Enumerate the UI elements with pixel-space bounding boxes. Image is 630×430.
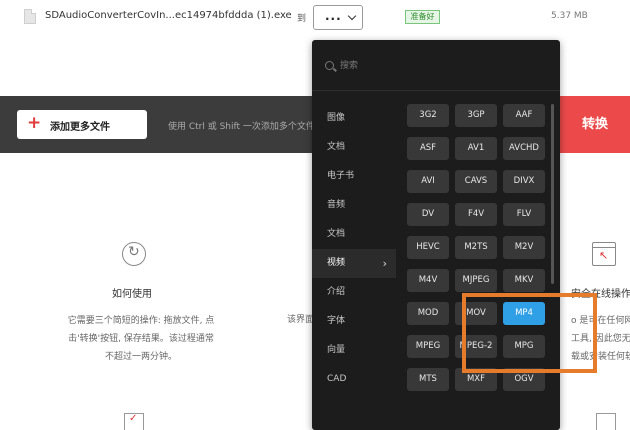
format-option-selected[interactable]: MP4 bbox=[503, 302, 545, 325]
format-option[interactable]: AVCHD bbox=[503, 137, 545, 160]
add-more-files-button[interactable]: + 添加更多文件 bbox=[17, 110, 147, 139]
format-option[interactable]: AAF bbox=[503, 104, 545, 127]
category-label: 图像 bbox=[327, 113, 346, 123]
safe-online-description: o 是可在任何网络 工具, 因此您无 载或安装任何软件 bbox=[571, 312, 630, 366]
file-size: 5.37 MB bbox=[551, 11, 588, 21]
safe-desc-line: 工具, 因此您无 bbox=[571, 334, 630, 344]
add-more-files-label: 添加更多文件 bbox=[50, 122, 110, 133]
format-option[interactable]: MPEG-2 bbox=[455, 335, 497, 358]
category-presentation[interactable]: 介绍 bbox=[312, 278, 396, 307]
format-option[interactable]: MXF bbox=[455, 368, 497, 391]
format-option[interactable]: MTS bbox=[407, 368, 449, 391]
browser-cursor-icon bbox=[592, 242, 616, 266]
checkbox-icon bbox=[124, 413, 144, 430]
refresh-icon bbox=[122, 242, 146, 266]
how-to-desc-line: 它需要三个简短的操作: 拖放文件, 点 bbox=[67, 316, 215, 326]
format-option[interactable]: DIVX bbox=[503, 170, 545, 193]
search-icon bbox=[325, 61, 334, 70]
to-label: 到 bbox=[297, 14, 307, 24]
chevron-right-icon: › bbox=[382, 257, 387, 270]
how-to-title: 如何使用 bbox=[112, 289, 152, 300]
file-row: SDAudioConverterCovIn...ec14974bfddda (1… bbox=[0, 0, 630, 36]
multi-select-hint: 使用 Ctrl 或 Shift 一次添加多个文件 bbox=[168, 122, 315, 132]
middle-description: 该界面 bbox=[287, 315, 315, 325]
how-to-description: 它需要三个简短的操作: 拖放文件, 点 击'转换'按钮, 保存结果。该过程通常 … bbox=[52, 312, 230, 366]
format-option[interactable]: AV1 bbox=[455, 137, 497, 160]
how-to-desc-line: 击'转换'按钮, 保存结果。该过程通常 bbox=[68, 334, 214, 344]
category-cad[interactable]: CAD bbox=[312, 365, 396, 394]
category-label: 视频 bbox=[327, 258, 346, 268]
category-video[interactable]: 视频 › bbox=[312, 249, 396, 278]
format-option[interactable]: M2TS bbox=[455, 236, 497, 259]
category-label: 电子书 bbox=[327, 171, 355, 181]
dropdown-scrollbar[interactable] bbox=[551, 104, 554, 284]
format-option[interactable]: 3G2 bbox=[407, 104, 449, 127]
safe-desc-line: 载或安装任何软件 bbox=[571, 352, 630, 362]
how-to-desc-line: 不超过一两分钟。 bbox=[104, 352, 177, 362]
category-label: 文档 bbox=[327, 142, 346, 152]
format-option[interactable]: M4V bbox=[407, 269, 449, 292]
category-list: 图像 文档 电子书 音频 文档 视频 › 介绍 字体 向量 CAD bbox=[312, 104, 396, 394]
format-option[interactable]: M2V bbox=[503, 236, 545, 259]
format-select-value: ... bbox=[325, 9, 342, 23]
format-option[interactable]: DV bbox=[407, 203, 449, 226]
format-option[interactable]: ASF bbox=[407, 137, 449, 160]
format-option[interactable]: MPEG bbox=[407, 335, 449, 358]
format-option[interactable]: CAVS bbox=[455, 170, 497, 193]
category-label: CAD bbox=[327, 374, 347, 384]
category-ebook[interactable]: 电子书 bbox=[312, 162, 396, 191]
format-option[interactable]: AVI bbox=[407, 170, 449, 193]
format-option[interactable]: MOD bbox=[407, 302, 449, 325]
chevron-down-icon bbox=[347, 11, 357, 21]
format-option[interactable]: OGV bbox=[503, 368, 545, 391]
format-option[interactable]: MPG bbox=[503, 335, 545, 358]
format-search-input[interactable] bbox=[340, 58, 540, 74]
safe-online-title: 安全在线操作 bbox=[571, 289, 630, 300]
category-label: 音频 bbox=[327, 200, 346, 210]
format-option[interactable]: MJPEG bbox=[455, 269, 497, 292]
document-icon bbox=[596, 413, 616, 430]
format-option[interactable]: MOV bbox=[455, 302, 497, 325]
category-label: 向量 bbox=[327, 345, 346, 355]
format-option[interactable]: 3GP bbox=[455, 104, 497, 127]
convert-button[interactable]: 转换 bbox=[560, 96, 630, 153]
category-vector[interactable]: 向量 bbox=[312, 336, 396, 365]
format-grid: 3G2 3GP AAF ASF AV1 AVCHD AVI CAVS DIVX … bbox=[407, 104, 552, 391]
category-label: 文档 bbox=[327, 229, 346, 239]
format-option[interactable]: MKV bbox=[503, 269, 545, 292]
category-document[interactable]: 文档 bbox=[312, 133, 396, 162]
status-badge: 准备好 bbox=[405, 10, 440, 24]
category-audio[interactable]: 音频 bbox=[312, 191, 396, 220]
plus-icon: + bbox=[27, 113, 42, 133]
file-icon bbox=[24, 9, 36, 24]
format-option[interactable]: F4V bbox=[455, 203, 497, 226]
category-image[interactable]: 图像 bbox=[312, 104, 396, 133]
category-font[interactable]: 字体 bbox=[312, 307, 396, 336]
file-name: SDAudioConverterCovIn...ec14974bfddda (1… bbox=[45, 10, 292, 21]
search-divider bbox=[312, 90, 560, 91]
category-label: 字体 bbox=[327, 316, 346, 326]
format-option[interactable]: HEVC bbox=[407, 236, 449, 259]
format-select[interactable]: ... bbox=[313, 5, 363, 30]
safe-desc-line: o 是可在任何网络 bbox=[571, 316, 630, 326]
category-label: 介绍 bbox=[327, 287, 346, 297]
format-option[interactable]: FLV bbox=[503, 203, 545, 226]
category-document-2[interactable]: 文档 bbox=[312, 220, 396, 249]
